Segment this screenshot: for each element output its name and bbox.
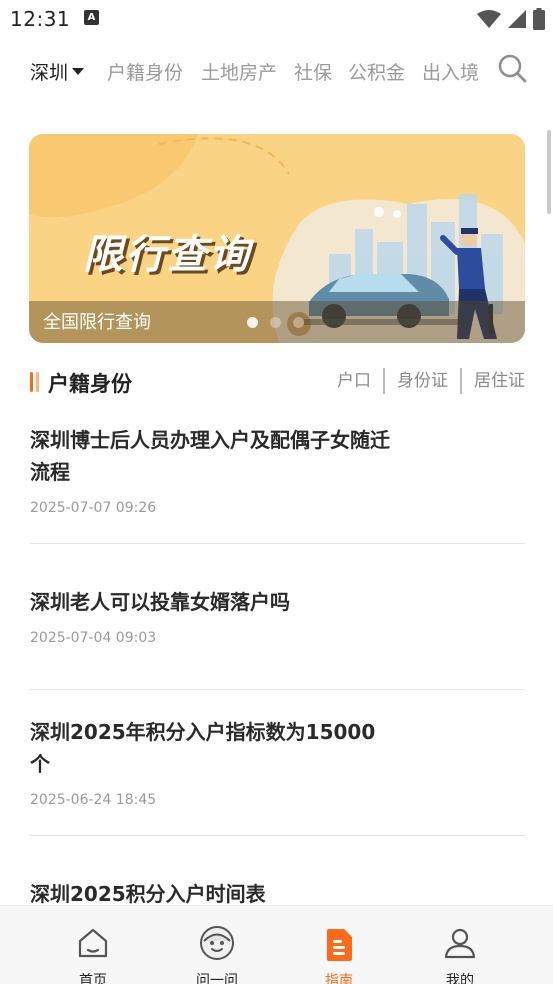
status-icons	[477, 8, 545, 30]
article-title: 深圳博士后人员办理入户及配偶子女随迁流程	[30, 428, 390, 484]
battery-icon	[533, 8, 545, 30]
article-date: 2025-07-04 09:03	[30, 630, 157, 646]
article-item[interactable]: 深圳老人可以投靠女婿落户吗 2025-07-04 09:03	[30, 586, 525, 646]
divider	[30, 543, 525, 544]
scrollbar[interactable]	[547, 130, 551, 214]
nav-home-label: 首页	[79, 973, 107, 984]
status-time: 12:31	[10, 7, 71, 31]
article-date: 2025-07-07 09:26	[30, 500, 157, 516]
section-sub-tabs: 户口 身份证 居住证	[325, 368, 525, 394]
notification-badge-icon: A	[84, 10, 99, 25]
article-date: 2025-06-24 18:45	[30, 792, 157, 808]
section-title: 户籍身份	[48, 372, 132, 396]
tab-housing-fund[interactable]: 公积金	[348, 58, 405, 85]
section-header: 户籍身份 户口 身份证 居住证	[0, 364, 553, 400]
sub-tab-residence-permit[interactable]: 居住证	[460, 368, 525, 394]
tab-entry-exit[interactable]: 出入境	[422, 58, 479, 85]
status-bar: 12:31 A	[0, 0, 553, 38]
nav-profile-label: 我的	[446, 973, 474, 984]
search-icon[interactable]	[496, 52, 528, 84]
promo-banner[interactable]: 限行查询 全国限行查询	[29, 134, 525, 343]
tab-household-identity[interactable]: 户籍身份	[107, 58, 183, 85]
article-item[interactable]: 深圳博士后人员办理入户及配偶子女随迁流程 2025-07-07 09:26	[30, 424, 525, 516]
sub-tab-id-card[interactable]: 身份证	[383, 368, 460, 394]
city-selector[interactable]: 深圳	[30, 58, 85, 85]
divider	[30, 835, 525, 836]
chatbot-icon	[200, 926, 234, 960]
article-title: 深圳2025年积分入户指标数为15000个	[30, 720, 376, 776]
tab-social-security[interactable]: 社保	[294, 58, 332, 85]
profile-icon	[444, 928, 476, 959]
tab-land-property[interactable]: 土地房产	[201, 58, 277, 85]
carousel-dot[interactable]	[247, 317, 258, 328]
signal-icon	[508, 10, 526, 28]
carousel-dot[interactable]	[293, 317, 304, 328]
carousel-dot[interactable]	[270, 317, 281, 328]
nav-home[interactable]: 首页	[48, 906, 138, 984]
carousel-indicator	[247, 317, 304, 328]
banner-headline: 限行查询	[83, 232, 251, 278]
section-marker-icon	[30, 372, 40, 392]
banner-caption: 全国限行查询	[43, 312, 151, 333]
home-icon	[78, 928, 108, 958]
divider	[30, 689, 525, 690]
bottom-tab-bar: 首页 问一问 指南 我的	[0, 905, 553, 984]
nav-guide-label: 指南	[325, 973, 353, 984]
caret-down-icon	[72, 68, 85, 75]
nav-guide[interactable]: 指南	[294, 906, 384, 984]
nav-profile[interactable]: 我的	[415, 906, 505, 984]
top-category-nav: 深圳 户籍身份 土地房产 社保 公积金 出入境	[0, 48, 553, 92]
city-label: 深圳	[30, 62, 69, 84]
article-item[interactable]: 深圳2025年积分入户指标数为15000个 2025-06-24 18:45	[30, 716, 525, 808]
sub-tab-hukou[interactable]: 户口	[325, 368, 383, 394]
guide-icon	[327, 929, 352, 961]
nav-ask-label: 问一问	[196, 973, 238, 984]
article-title: 深圳老人可以投靠女婿落户吗	[30, 590, 290, 614]
nav-ask[interactable]: 问一问	[172, 906, 262, 984]
wifi-icon	[477, 10, 501, 28]
